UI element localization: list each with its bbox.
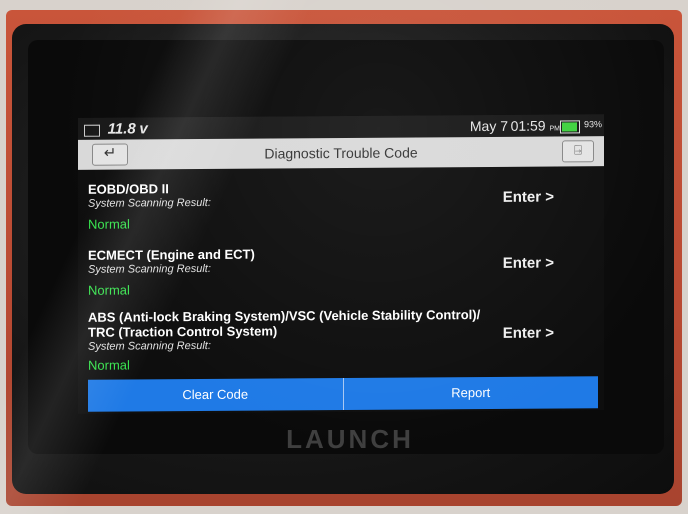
clear-code-button[interactable]: Clear Code [88, 378, 343, 412]
enter-button[interactable]: Enter > [503, 189, 554, 206]
footer-button-bar: Clear Code Report [88, 376, 598, 412]
vehicle-voltage: 11.8 v [84, 120, 148, 138]
system-result-status: Normal [88, 282, 130, 298]
battery-icon [560, 120, 580, 134]
enter-button[interactable]: Enter > [503, 255, 554, 272]
battery-fill [562, 122, 577, 132]
enter-button[interactable]: Enter > [503, 325, 554, 342]
back-button[interactable]: ↵ [92, 143, 128, 166]
system-item-eobd[interactable]: EOBD/OBD II System Scanning Result: Norm… [88, 178, 594, 232]
system-item-abs[interactable]: ABS (Anti-lock Braking System)/VSC (Vehi… [88, 306, 594, 373]
system-item-ecmect[interactable]: ECMECT (Engine and ECT) System Scanning … [88, 244, 594, 298]
report-button[interactable]: Report [344, 376, 599, 410]
page-title: Diagnostic Trouble Code [264, 144, 418, 162]
diagnostic-screen: 11.8 v May 7 01:59 PM 93% ↵ Diagnostic T… [78, 114, 604, 414]
exit-button[interactable]: ⍈ [562, 140, 594, 163]
status-time: 01:59 PM [510, 117, 561, 134]
system-list: EOBD/OBD II System Scanning Result: Norm… [78, 166, 604, 382]
system-result-status: Normal [88, 216, 130, 232]
status-time-value: 01:59 [510, 117, 546, 134]
system-result-status: Normal [88, 357, 130, 373]
battery-percent: 93% [583, 119, 602, 130]
back-arrow-icon: ↵ [103, 144, 117, 162]
title-bar: ↵ Diagnostic Trouble Code ⍈ [78, 136, 604, 170]
voltage-unit: v [139, 120, 148, 138]
car-battery-icon [84, 124, 100, 137]
status-date: May 7 [469, 117, 508, 135]
brand-logo: LAUNCH [286, 424, 414, 454]
status-ampm: PM [549, 125, 561, 133]
exit-door-icon: ⍈ [574, 142, 582, 158]
voltage-value: 11.8 [107, 120, 136, 138]
